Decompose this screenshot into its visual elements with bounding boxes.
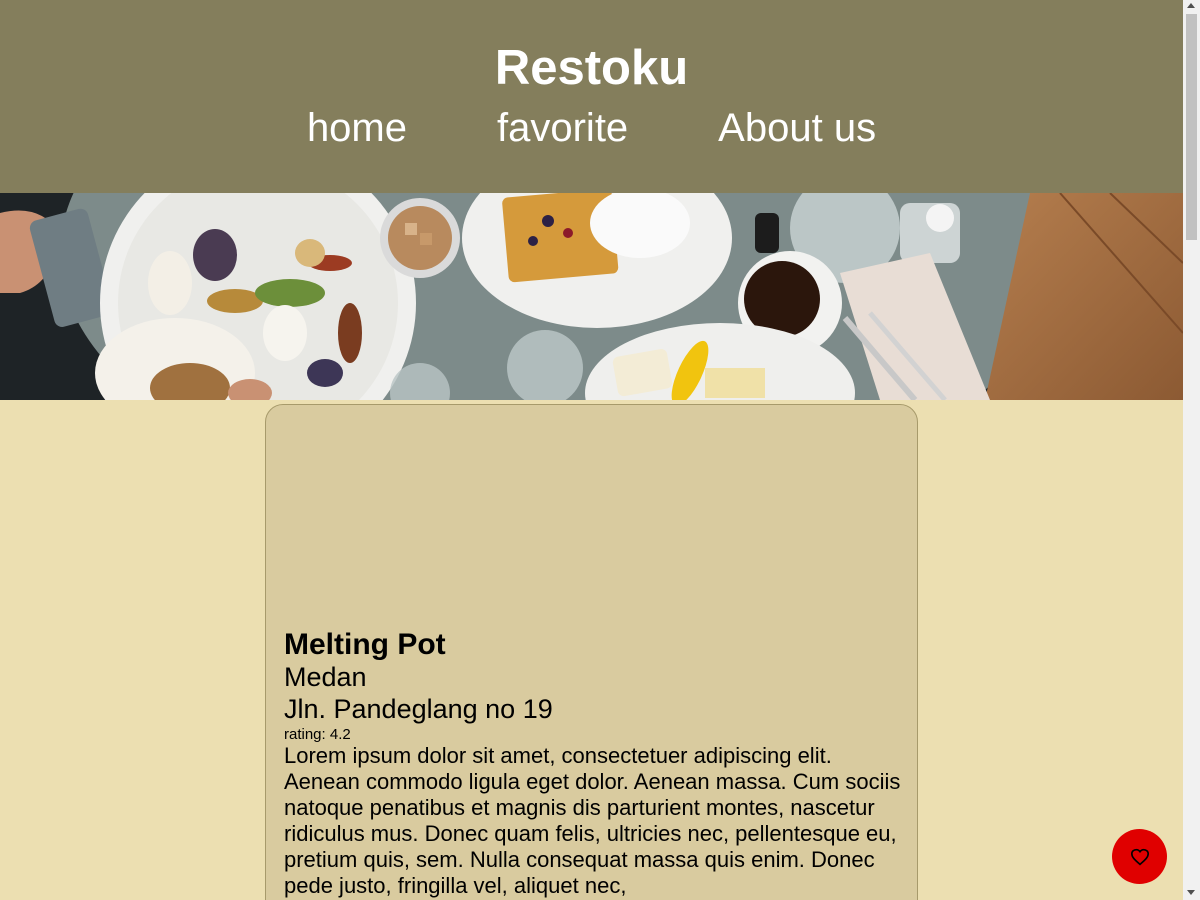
nav-about-link[interactable]: About us	[718, 106, 876, 151]
heart-icon	[1130, 848, 1149, 865]
main-nav: home favorite About us	[0, 106, 1183, 151]
app-header: Restoku home favorite About us	[0, 0, 1183, 193]
restaurant-name: Melting Pot	[284, 628, 446, 661]
favorite-button[interactable]	[1112, 829, 1167, 884]
restaurant-rating: rating: 4.2	[284, 726, 351, 743]
hero-image	[0, 193, 1183, 400]
restaurant-description: Lorem ipsum dolor sit amet, consectetuer…	[284, 743, 901, 898]
nav-home-link[interactable]: home	[307, 106, 407, 151]
nav-favorite-link[interactable]: favorite	[497, 106, 628, 151]
page-scrollbar[interactable]	[1183, 0, 1200, 900]
brand-title: Restoku	[494, 41, 689, 95]
restaurant-info: Melting Pot Medan Jln. Pandeglang no 19 …	[284, 628, 904, 899]
scroll-down-arrow-icon[interactable]	[1187, 890, 1195, 895]
breakfast-table-photo	[0, 193, 1183, 400]
scroll-up-arrow-icon[interactable]	[1187, 3, 1195, 8]
restaurant-city: Medan	[284, 662, 367, 692]
restaurant-address: Jln. Pandeglang no 19	[284, 694, 553, 724]
restaurant-card[interactable]: Melting Pot Medan Jln. Pandeglang no 19 …	[265, 404, 918, 900]
scroll-thumb[interactable]	[1186, 14, 1197, 240]
